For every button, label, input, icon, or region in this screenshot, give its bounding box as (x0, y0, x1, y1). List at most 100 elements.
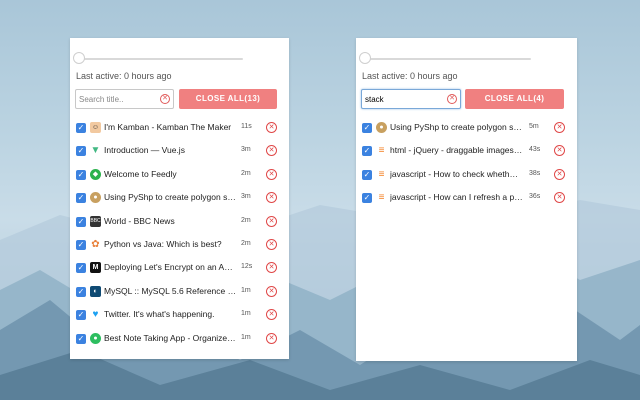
twitter-bird-icon: ♥ (92, 309, 99, 321)
list-item[interactable]: ✓ ▼ Introduction — Vue.js 3m ✕ (70, 140, 289, 163)
tab-time: 1m (241, 310, 251, 318)
list-item[interactable]: ✓ ✿ Python vs Java: Which is best? 2m ✕ (70, 234, 289, 257)
last-active-label: Last active: 0 hours ago (76, 71, 172, 81)
close-tab-icon[interactable]: ✕ (266, 215, 277, 227)
close-tab-icon[interactable]: ✕ (554, 168, 565, 180)
time-slider-track[interactable] (75, 58, 243, 60)
search-input[interactable] (76, 90, 160, 108)
evernote-logo-icon: ● (90, 332, 101, 344)
close-tab-icon[interactable]: ✕ (266, 168, 277, 180)
checkbox[interactable]: ✓ (76, 216, 86, 227)
close-tab-icon[interactable]: ✕ (554, 122, 565, 133)
checkbox[interactable]: ✓ (76, 123, 86, 133)
list-item[interactable]: ✓ ☺ I'm Kamban - Kamban The Maker 11s ✕ (70, 117, 289, 140)
time-slider-thumb[interactable] (359, 52, 371, 64)
checkbox[interactable]: ✓ (362, 169, 372, 180)
tab-title[interactable]: MySQL :: MySQL 5.6 Reference … (104, 286, 237, 296)
list-item[interactable]: ✓ M Deploying Let's Encrypt on an A… 12s… (70, 257, 289, 280)
tab-time: 1m (241, 286, 251, 294)
checkbox[interactable]: ✓ (76, 263, 86, 274)
avatar-face-icon: ☺ (90, 122, 101, 133)
tab-title[interactable]: html - jQuery - draggable images… (390, 145, 526, 155)
checkbox[interactable]: ✓ (76, 239, 86, 250)
tab-time: 38s (529, 169, 541, 177)
list-item[interactable]: ✓ ≡ javascript - How can I refresh a p… … (356, 187, 577, 210)
list-item[interactable]: ✓ ≡ html - jQuery - draggable images… 43… (356, 140, 577, 163)
tab-time: 2m (241, 216, 251, 224)
tab-time: 3m (241, 146, 251, 154)
tab-list: ✓ ☺ I'm Kamban - Kamban The Maker 11s ✕ … (70, 117, 289, 351)
last-active-label: Last active: 0 hours ago (362, 71, 458, 81)
time-slider-thumb[interactable] (73, 52, 85, 64)
tab-title[interactable]: javascript - How to check wheth… (390, 169, 526, 179)
checkbox[interactable]: ✓ (76, 193, 86, 204)
tab-title[interactable]: Introduction — Vue.js (104, 145, 237, 155)
tab-time: 5m (529, 123, 539, 130)
tab-title[interactable]: Welcome to Feedly (104, 169, 237, 179)
tab-time: 11s (241, 123, 252, 130)
mysql-logo-icon: ◐ (90, 285, 101, 297)
tab-time: 43s (529, 146, 541, 154)
close-all-button[interactable]: CLOSE ALL(13) (179, 89, 277, 109)
list-item[interactable]: ✓ ● Using PyShp to create polygon s… 3m … (70, 187, 289, 210)
tab-manager-panel-2: Last active: 0 hours ago ✕ CLOSE ALL(4) … (356, 38, 577, 361)
close-all-button[interactable]: CLOSE ALL(4) (465, 89, 564, 109)
tab-time: 2m (241, 169, 251, 177)
vue-logo-icon: ▼ (90, 145, 101, 157)
stackoverflow-logo-icon: ≡ (378, 192, 385, 204)
tab-title[interactable]: Python vs Java: Which is best? (104, 239, 237, 249)
checkbox[interactable]: ✓ (362, 193, 372, 204)
tab-title[interactable]: Deploying Let's Encrypt on an A… (104, 262, 237, 272)
tab-time: 2m (241, 239, 251, 247)
list-item[interactable]: ✓ BBC World - BBC News 2m ✕ (70, 211, 289, 234)
list-item[interactable]: ✓ ● Best Note Taking App - Organize… 1m … (70, 328, 289, 351)
tab-title[interactable]: Twitter. It's what's happening. (104, 309, 237, 319)
close-tab-icon[interactable]: ✕ (554, 192, 565, 204)
search-input[interactable] (362, 90, 446, 108)
globe-icon: ● (90, 192, 101, 204)
search-box: ✕ (361, 89, 461, 109)
search-box: ✕ (75, 89, 174, 109)
close-tab-icon[interactable]: ✕ (266, 122, 277, 133)
close-tab-icon[interactable]: ✕ (266, 238, 277, 250)
close-tab-icon[interactable]: ✕ (266, 262, 277, 274)
stackoverflow-logo-icon: ≡ (378, 168, 385, 180)
clear-search-icon[interactable]: ✕ (160, 94, 170, 104)
tab-title[interactable]: Using PyShp to create polygon s… (104, 192, 237, 202)
stackoverflow-logo-icon: ≡ (378, 145, 385, 157)
close-tab-icon[interactable]: ✕ (266, 285, 277, 297)
globe-icon: ● (376, 122, 387, 133)
bbc-logo-icon: BBC (90, 215, 101, 227)
close-tab-icon[interactable]: ✕ (266, 332, 277, 344)
close-tab-icon[interactable]: ✕ (266, 309, 277, 321)
feedly-logo-icon: ◆ (90, 168, 101, 180)
checkbox[interactable]: ✓ (76, 286, 86, 297)
checkbox[interactable]: ✓ (362, 123, 372, 133)
checkbox[interactable]: ✓ (76, 169, 86, 180)
list-item[interactable]: ✓ ≡ javascript - How to check wheth… 38s… (356, 164, 577, 187)
checkbox[interactable]: ✓ (76, 333, 86, 344)
medium-logo-icon: M (90, 262, 101, 274)
python-logo-icon: ✿ (91, 238, 100, 250)
tab-time: 3m (241, 193, 251, 201)
checkbox[interactable]: ✓ (76, 146, 86, 157)
list-item[interactable]: ✓ ♥ Twitter. It's what's happening. 1m ✕ (70, 304, 289, 327)
tab-title[interactable]: World - BBC News (104, 216, 237, 226)
tab-title[interactable]: Best Note Taking App - Organize… (104, 333, 237, 343)
time-slider-track[interactable] (361, 58, 531, 60)
tab-title[interactable]: I'm Kamban - Kamban The Maker (104, 122, 237, 132)
checkbox[interactable]: ✓ (362, 146, 372, 157)
list-item[interactable]: ✓ ◆ Welcome to Feedly 2m ✕ (70, 164, 289, 187)
tab-title[interactable]: Using PyShp to create polygon s… (390, 122, 526, 132)
tab-manager-panel-1: Last active: 0 hours ago ✕ CLOSE ALL(13)… (70, 38, 289, 359)
tab-title[interactable]: javascript - How can I refresh a p… (390, 192, 526, 202)
checkbox[interactable]: ✓ (76, 310, 86, 321)
list-item[interactable]: ✓ ● Using PyShp to create polygon s… 5m … (356, 117, 577, 140)
list-item[interactable]: ✓ ◐ MySQL :: MySQL 5.6 Reference … 1m ✕ (70, 281, 289, 304)
close-tab-icon[interactable]: ✕ (266, 145, 277, 157)
close-tab-icon[interactable]: ✕ (266, 192, 277, 204)
tab-time: 1m (241, 333, 251, 341)
clear-search-icon[interactable]: ✕ (447, 94, 457, 104)
close-tab-icon[interactable]: ✕ (554, 145, 565, 157)
tab-time: 36s (529, 193, 541, 201)
